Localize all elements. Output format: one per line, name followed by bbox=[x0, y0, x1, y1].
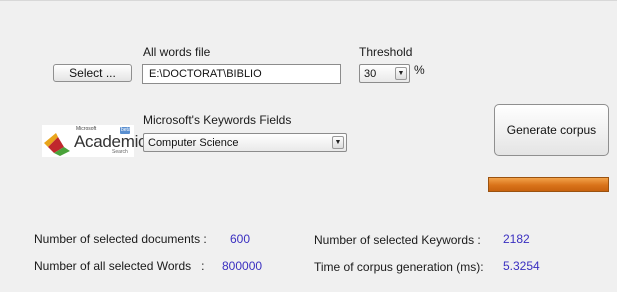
threshold-value: 30 bbox=[364, 67, 377, 80]
file-path-field[interactable]: E:\DOCTORAT\BIBLIO bbox=[142, 64, 341, 84]
selected-documents-label: Number of selected documents : bbox=[34, 232, 207, 246]
progress-fill bbox=[489, 178, 608, 191]
threshold-select[interactable]: 30 ▼ bbox=[359, 64, 410, 83]
generation-time-value: 5.3254 bbox=[503, 259, 540, 273]
logo-sub-text: Search bbox=[112, 149, 128, 155]
generation-time-label: Time of corpus generation (ms): bbox=[314, 260, 484, 274]
logo-name-text: Academic bbox=[74, 132, 147, 151]
select-file-button[interactable]: Select ... bbox=[53, 64, 132, 82]
keywords-field-value: Computer Science bbox=[148, 136, 239, 149]
corpus-generator-window: All words file Select ... E:\DOCTORAT\BI… bbox=[0, 0, 617, 292]
all-selected-words-value: 800000 bbox=[222, 259, 263, 273]
all-selected-words-label: Number of all selected Words : bbox=[34, 259, 205, 273]
keywords-fields-label: Microsoft's Keywords Fields bbox=[143, 113, 292, 127]
microsoft-academic-search-logo: Microsoft Academic Search beta bbox=[42, 125, 147, 157]
chevron-down-icon[interactable]: ▼ bbox=[332, 136, 344, 149]
logo-badge-text: beta bbox=[121, 127, 131, 133]
selected-keywords-value: 2182 bbox=[503, 232, 530, 246]
generate-corpus-button[interactable]: Generate corpus bbox=[494, 104, 609, 156]
threshold-label: Threshold bbox=[359, 45, 413, 59]
all-words-file-label: All words file bbox=[143, 45, 211, 59]
generation-progress-bar bbox=[488, 177, 609, 192]
keywords-field-select[interactable]: Computer Science ▼ bbox=[143, 133, 347, 152]
chevron-down-icon[interactable]: ▼ bbox=[395, 67, 407, 80]
selected-keywords-label: Number of selected Keywords : bbox=[314, 233, 481, 247]
threshold-unit: % bbox=[414, 63, 425, 77]
selected-documents-value: 600 bbox=[230, 232, 251, 246]
